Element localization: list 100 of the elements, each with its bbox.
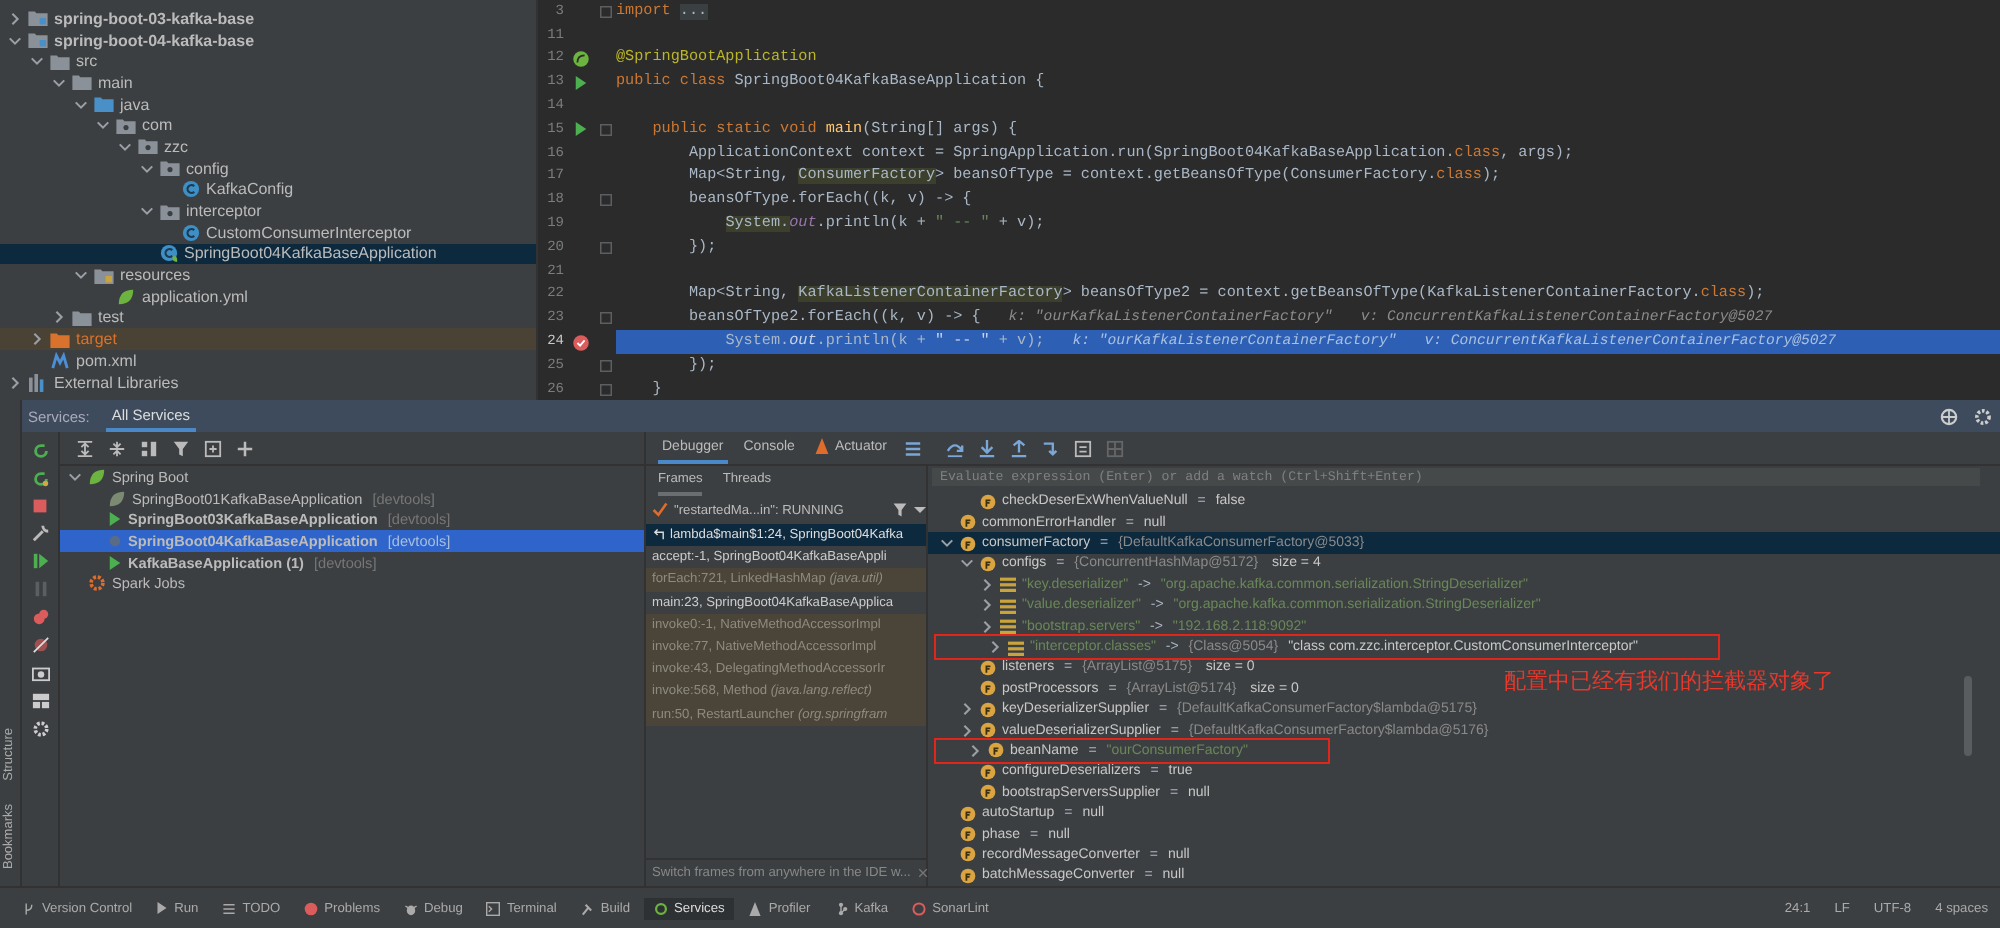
tree-item[interactable]: External Libraries — [0, 371, 536, 393]
error-icon — [304, 901, 319, 915]
wrench-icon[interactable] — [31, 524, 49, 542]
crosshair-icon[interactable] — [1940, 407, 1958, 425]
chevron-down-icon[interactable] — [96, 118, 110, 133]
tree-item[interactable]: target — [0, 328, 536, 350]
chevron-down-icon[interactable] — [118, 139, 132, 154]
caret-icon[interactable] — [914, 504, 926, 516]
run-icon[interactable] — [573, 122, 587, 137]
tree-item[interactable]: interceptor — [0, 200, 536, 222]
chevron-down-icon[interactable] — [74, 268, 88, 283]
chevron-right-icon[interactable] — [980, 598, 994, 613]
list-icon — [222, 901, 237, 915]
fold-icon[interactable] — [600, 123, 612, 136]
tree-item[interactable]: resources — [0, 264, 536, 286]
step-over-icon[interactable] — [946, 439, 964, 457]
fold-icon[interactable] — [600, 241, 612, 254]
tree-item[interactable]: pom.xml — [0, 350, 536, 372]
chevron-right-icon[interactable] — [8, 375, 22, 390]
fold-icon[interactable] — [600, 194, 612, 207]
camera-icon[interactable] — [31, 664, 49, 682]
fold-icon[interactable] — [600, 359, 612, 372]
run-to-cursor-icon[interactable] — [1042, 439, 1060, 457]
new-tab-icon[interactable] — [204, 439, 222, 457]
calculator-icon[interactable] — [1074, 439, 1092, 457]
collapse-all-icon[interactable] — [108, 439, 126, 457]
chevron-right-icon[interactable] — [52, 310, 66, 325]
chevron-right-icon[interactable] — [8, 11, 22, 26]
step-into-icon[interactable] — [978, 439, 996, 457]
package-icon — [116, 117, 136, 134]
tree-item[interactable]: SpringBoot04KafkaBaseApplication — [0, 243, 536, 265]
chevron-down-icon[interactable] — [52, 75, 66, 90]
bug-icon — [404, 901, 418, 915]
fold-icon[interactable] — [600, 5, 612, 18]
field-icon — [980, 701, 996, 718]
class-icon — [182, 180, 200, 199]
chevron-right-icon[interactable] — [30, 332, 44, 347]
filter-icon[interactable] — [892, 502, 908, 518]
tree-item[interactable]: java — [0, 93, 536, 115]
layout-icon[interactable] — [31, 692, 49, 710]
fold-icon[interactable] — [600, 312, 612, 325]
add-icon[interactable] — [236, 439, 254, 457]
chevron-right-icon[interactable] — [980, 619, 994, 634]
return-arrow-icon — [652, 528, 666, 543]
tree-item[interactable]: com — [0, 114, 536, 137]
step-out-icon[interactable] — [1010, 439, 1028, 457]
tree-item[interactable]: CustomConsumerInterceptor — [0, 221, 536, 244]
chevron-down-icon[interactable] — [8, 33, 22, 48]
tree-item[interactable]: spring-boot-04-kafka-base — [0, 29, 536, 51]
chevron-down-icon[interactable] — [940, 536, 954, 551]
package-icon — [138, 138, 158, 155]
stop-icon[interactable] — [32, 498, 48, 514]
chevron-down-icon[interactable] — [140, 204, 154, 219]
class-icon — [160, 244, 178, 263]
chevron-right-icon[interactable] — [988, 640, 1002, 654]
chevron-down-icon[interactable] — [30, 54, 44, 69]
breakpoint-icon[interactable] — [571, 333, 589, 352]
chevron-right-icon[interactable] — [960, 723, 974, 738]
gear-icon — [88, 574, 106, 593]
chevron-down-icon[interactable] — [68, 469, 82, 484]
chevron-right-icon[interactable] — [980, 577, 994, 592]
kafka-icon — [834, 901, 849, 915]
group-icon[interactable] — [140, 439, 158, 457]
rerun-debug-icon[interactable] — [31, 470, 49, 488]
fold-icon[interactable] — [600, 383, 612, 396]
field-icon — [980, 659, 996, 676]
breakpoints-icon[interactable] — [31, 608, 49, 626]
field-icon — [980, 555, 996, 572]
tree-item[interactable]: test — [0, 307, 536, 329]
chevron-down-icon[interactable] — [74, 97, 88, 112]
chevron-down-icon[interactable] — [960, 556, 974, 571]
tree-item[interactable]: src — [0, 50, 536, 73]
tree-item[interactable]: zzc — [0, 136, 536, 158]
mute-breakpoints-icon[interactable] — [31, 636, 49, 654]
field-icon — [980, 493, 996, 510]
tree-item[interactable]: KafkaConfig — [0, 179, 536, 201]
filter-icon[interactable] — [172, 439, 190, 457]
tree-item[interactable]: application.yml — [0, 285, 536, 308]
menu-icon[interactable] — [903, 439, 922, 457]
package-icon — [160, 160, 180, 177]
field-icon — [960, 826, 976, 843]
close-icon[interactable] — [918, 868, 929, 878]
chevron-right-icon[interactable] — [960, 702, 974, 717]
terminal-icon — [486, 901, 501, 915]
field-icon — [960, 846, 976, 863]
resume-icon[interactable] — [31, 552, 49, 570]
tree-item[interactable]: config — [0, 157, 536, 179]
chevron-right-icon[interactable] — [968, 743, 982, 758]
field-icon — [960, 535, 976, 552]
run-icon[interactable] — [573, 75, 587, 90]
spring-bean-icon[interactable] — [571, 49, 589, 68]
hammer-icon — [580, 901, 595, 915]
tree-item[interactable]: main — [0, 72, 536, 94]
rerun-icon[interactable] — [31, 442, 49, 460]
chevron-down-icon[interactable] — [140, 161, 154, 176]
tree-item[interactable]: spring-boot-03-kafka-base — [0, 8, 536, 30]
play-icon — [156, 902, 169, 914]
settings-icon[interactable] — [1974, 407, 1992, 425]
expand-all-icon[interactable] — [76, 439, 94, 457]
settings-icon[interactable] — [31, 720, 49, 738]
